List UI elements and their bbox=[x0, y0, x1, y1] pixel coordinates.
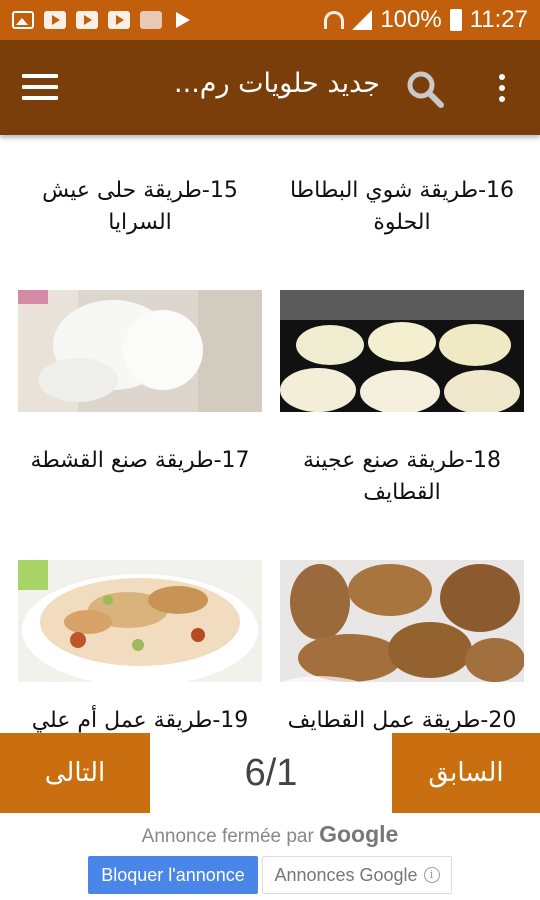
recipe-grid: 16-طريقة شوي البطاطا الحلوة 15-طريقة حلى… bbox=[0, 135, 540, 733]
recipe-title: 19-طريقة عمل أم علي bbox=[31, 708, 249, 733]
battery-percent: 100% bbox=[380, 6, 442, 33]
clock: 11:27 bbox=[469, 6, 528, 33]
ad-closed-notice: Annonce fermée par Google bbox=[0, 821, 540, 848]
recipe-title: 16-طريقة شوي البطاطا الحلوة bbox=[289, 178, 515, 235]
google-ads-label: Annonces Google bbox=[274, 864, 418, 885]
recipe-title: 17-طريقة صنع القشطة bbox=[30, 448, 250, 473]
block-ad-button[interactable]: Bloquer l'annonce bbox=[88, 856, 258, 894]
system-icons: 100% 11:27 bbox=[324, 6, 528, 34]
ad-closed-text: Annonce fermée par bbox=[141, 826, 314, 847]
photo-thumbnail-icon bbox=[140, 11, 162, 29]
google-logo: Google bbox=[319, 821, 399, 847]
more-vert-icon[interactable] bbox=[492, 70, 512, 106]
youtube-icon bbox=[108, 11, 130, 29]
status-bar: 100% 11:27 bbox=[0, 0, 540, 40]
recipe-title: 20-طريقة عمل القطايف bbox=[287, 708, 517, 733]
notification-icons bbox=[12, 11, 194, 29]
recipe-image-fried-qatayef[interactable] bbox=[280, 560, 524, 682]
app-toolbar: جديد حلويات رم... bbox=[0, 40, 540, 135]
youtube-icon bbox=[76, 11, 98, 29]
next-button[interactable]: التالى bbox=[0, 733, 150, 813]
search-icon[interactable] bbox=[404, 68, 446, 110]
recipe-image-sweet-potato[interactable] bbox=[280, 290, 524, 412]
wifi-icon bbox=[324, 11, 345, 29]
page-indicator: 6/1 bbox=[244, 751, 298, 794]
pagination-bar: التالى 6/1 السابق bbox=[0, 733, 540, 813]
google-ads-button[interactable]: Annonces Google i bbox=[262, 856, 452, 894]
info-icon[interactable]: i bbox=[423, 867, 440, 883]
image-icon bbox=[12, 11, 34, 29]
recipe-image-cream[interactable] bbox=[18, 290, 262, 412]
recipe-image-nut-dessert[interactable] bbox=[18, 560, 262, 682]
signal-icon bbox=[352, 10, 373, 30]
page-title: جديد حلويات رم... bbox=[174, 68, 380, 99]
play-store-icon bbox=[172, 11, 194, 29]
ad-banner: Annonce fermée par Google Bloquer l'anno… bbox=[0, 813, 540, 900]
recipe-title: 15-طريقة حلى عيش السرايا bbox=[42, 178, 238, 235]
battery-icon bbox=[449, 9, 462, 31]
recipe-title: 18-طريقة صنع عجينة القطايف bbox=[302, 448, 502, 505]
youtube-icon bbox=[44, 11, 66, 29]
menu-icon[interactable] bbox=[22, 74, 58, 102]
previous-button[interactable]: السابق bbox=[392, 733, 540, 813]
